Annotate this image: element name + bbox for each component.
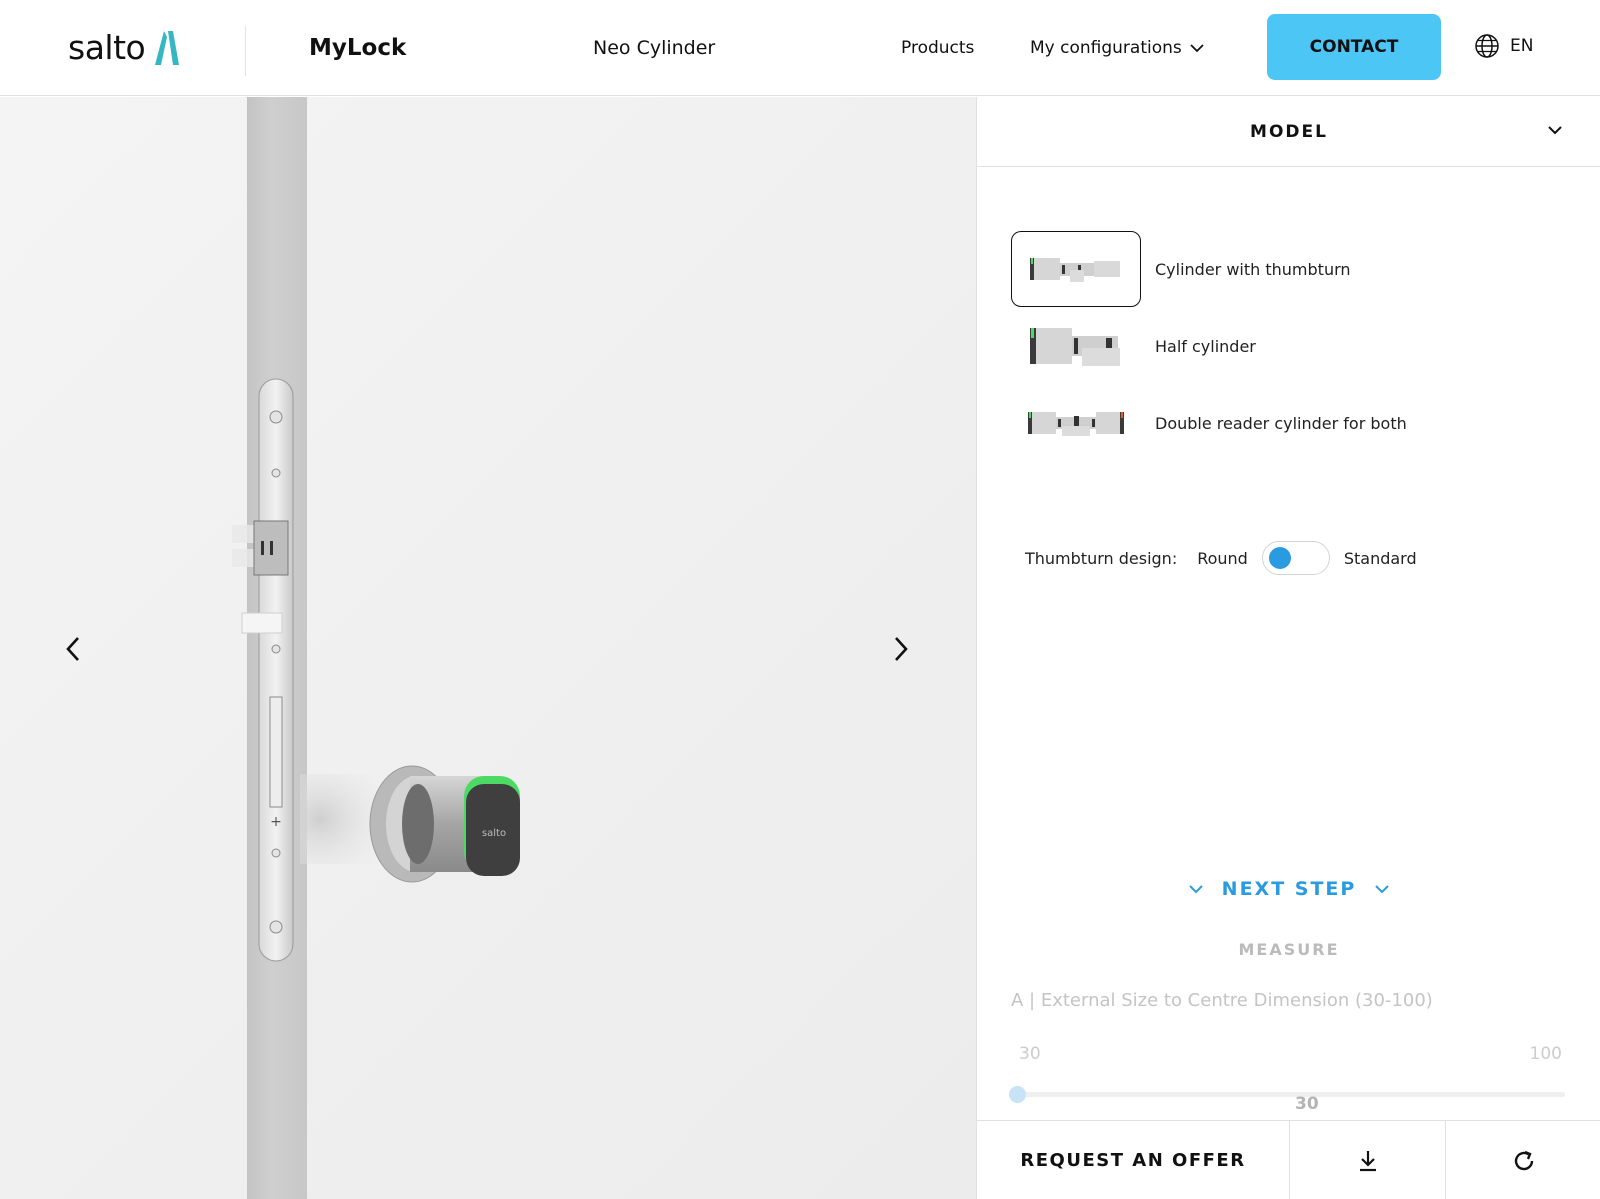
thumbturn-option-standard[interactable]: Standard [1344, 549, 1417, 568]
nav-products-link[interactable]: Products [901, 35, 974, 61]
product-name: Neo Cylinder [593, 37, 716, 59]
request-offer-button[interactable]: REQUEST AN OFFER [977, 1121, 1290, 1199]
top-header: salto MyLock Neo Cylinder Products My co… [0, 0, 1600, 96]
language-selector[interactable]: EN [1474, 33, 1533, 59]
cylinder-thumbturn-thumbnail-icon [1030, 258, 1120, 282]
header-divider [245, 26, 246, 76]
model-option-label: Cylinder with thumbturn [1155, 259, 1351, 279]
mortise-lock-faceplate: + [232, 378, 294, 962]
nav-my-configurations-label: My configurations [1030, 38, 1182, 58]
salto-logo-mark-icon [155, 31, 180, 65]
download-button[interactable] [1290, 1121, 1446, 1199]
nav-my-configurations-menu[interactable]: My configurations [1030, 35, 1204, 61]
bottom-action-bar: REQUEST AN OFFER [977, 1120, 1600, 1199]
refresh-icon [1514, 1150, 1533, 1170]
configuration-panel: MODEL Cylinder with thumbturn Half cylin… [976, 97, 1600, 1199]
model-option-double-reader[interactable]: Double reader cylinder for both [1011, 385, 1407, 461]
chevron-down-icon [1548, 126, 1562, 135]
thumbturn-option-round[interactable]: Round [1197, 549, 1248, 568]
chevron-down-icon [1188, 885, 1203, 894]
chevron-down-icon [1375, 885, 1390, 894]
model-option-label: Half cylinder [1155, 336, 1256, 356]
section-title: MODEL [1250, 121, 1328, 142]
model-section-header[interactable]: MODEL [977, 97, 1600, 167]
svg-text:+: + [270, 814, 282, 830]
globe-icon [1475, 34, 1499, 58]
model-thumbnail [1011, 308, 1141, 384]
previous-view-button[interactable] [53, 629, 93, 669]
measure-slider-track[interactable] [1009, 1086, 1565, 1103]
brand-name[interactable]: MyLock [309, 32, 406, 64]
measure-field-label: A | External Size to Centre Dimension (3… [1011, 990, 1433, 1011]
contact-button[interactable]: CONTACT [1267, 14, 1441, 80]
model-option-label: Double reader cylinder for both [1155, 413, 1407, 433]
model-thumbnail [1011, 231, 1141, 307]
half-cylinder-thumbnail-icon [1030, 328, 1120, 366]
thumbturn-design-label: Thumbturn design: [1025, 548, 1178, 568]
thumbturn-design-toggle[interactable] [1261, 541, 1330, 575]
chevron-left-icon [66, 637, 79, 661]
cylinder-lock-image: salto [300, 765, 520, 883]
salto-logo[interactable]: salto [68, 28, 180, 68]
device-brand-label: salto [482, 828, 506, 839]
slider-current-value: 30 [1295, 1094, 1319, 1114]
model-thumbnail [1011, 385, 1141, 461]
thumbturn-design-setting: Thumbturn design: Round Standard [1025, 540, 1417, 576]
next-step-button[interactable]: NEXT STEP [977, 874, 1600, 904]
model-option-half-cylinder[interactable]: Half cylinder [1011, 308, 1256, 384]
chevron-right-icon [895, 637, 908, 661]
next-step-label: NEXT STEP [1221, 878, 1357, 900]
toggle-knob [1268, 547, 1291, 569]
next-view-button[interactable] [881, 629, 921, 669]
measure-slider-thumb[interactable] [1009, 1086, 1026, 1103]
double-reader-thumbnail-icon [1028, 412, 1124, 436]
product-viewer[interactable]: + salto [0, 97, 976, 1199]
model-option-cylinder-thumbturn[interactable]: Cylinder with thumbturn [1011, 231, 1351, 307]
chevron-down-icon [1190, 44, 1204, 53]
reset-button[interactable] [1446, 1121, 1600, 1199]
download-icon [1359, 1150, 1376, 1171]
slider-max-label: 100 [1529, 1044, 1562, 1064]
measure-section-title: MEASURE [1238, 940, 1340, 959]
slider-min-label: 30 [1019, 1044, 1041, 1064]
logo-text: salto [68, 28, 146, 67]
language-code: EN [1510, 36, 1534, 56]
